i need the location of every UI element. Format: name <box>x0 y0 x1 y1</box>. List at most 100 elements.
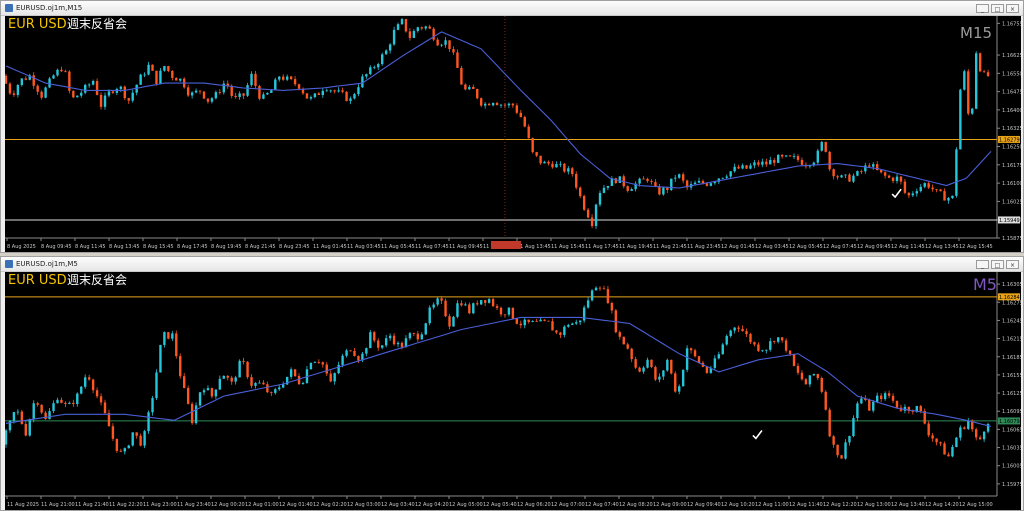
candlestick-chart-m5[interactable]: 1.16305 1.16275 1.16245 1.16215 1.16185 1.161… <box>5 272 1021 510</box>
candle-body <box>262 382 265 385</box>
candle-body <box>487 299 491 303</box>
candle-body <box>472 303 475 314</box>
candle-body <box>792 156 796 157</box>
candle-body <box>337 90 340 92</box>
candle-body <box>452 316 455 327</box>
candle-body <box>705 183 709 186</box>
candle-body <box>681 369 685 387</box>
price-tick-label: 1.16025 <box>1002 199 1021 205</box>
chart-area-m5[interactable]: 1.16305 1.16275 1.16245 1.16215 1.16185 1.161… <box>5 272 1021 510</box>
candle-body <box>765 349 768 351</box>
candle-body <box>80 92 83 96</box>
candle-body <box>848 174 851 182</box>
candle-body <box>547 320 550 322</box>
candle-body <box>266 384 269 393</box>
hline-price-label: 1.16079 <box>999 419 1020 425</box>
candle-body <box>515 318 519 324</box>
candle-body <box>745 331 748 335</box>
candle-body <box>717 354 720 359</box>
candle-body <box>151 398 154 413</box>
candle-body <box>381 345 384 348</box>
candle-body <box>190 403 194 424</box>
candle-body <box>234 95 237 97</box>
candle-body <box>369 67 372 75</box>
candle-body <box>179 78 182 81</box>
price-tick-label: 1.16065 <box>1002 427 1021 433</box>
candle-body <box>606 185 610 188</box>
candle-body <box>769 341 772 350</box>
minimize-button[interactable]: _ <box>976 3 989 13</box>
price-tick-label: 1.16625 <box>1002 53 1021 59</box>
time-tick-label: 12 Aug 03:00 <box>347 502 381 508</box>
candle-body <box>575 174 578 188</box>
candle-body <box>800 159 804 165</box>
candle-body <box>444 40 447 45</box>
candle-body <box>674 177 677 179</box>
candle-body <box>594 204 598 226</box>
window-titlebar[interactable]: EURUSD.oj1m,M5 _ □ × <box>1 257 1023 272</box>
candle-body <box>959 89 962 150</box>
chart-area-m15[interactable]: 1.16755 1.16625 1.16550 1.16475 1.16400 1.163… <box>5 16 1021 252</box>
maximize-button[interactable]: □ <box>991 259 1004 269</box>
candle-body <box>234 377 237 382</box>
candle-body <box>626 186 629 191</box>
candle-body <box>254 382 257 386</box>
candle-body <box>91 81 95 85</box>
close-button[interactable]: × <box>1006 259 1019 269</box>
candle-body <box>737 166 740 169</box>
time-tick-label: 11 Aug 15:45 <box>551 244 585 250</box>
candle-body <box>396 342 400 345</box>
candle-body <box>32 403 35 420</box>
candle-body <box>780 337 784 341</box>
candle-body <box>947 454 950 457</box>
candle-body <box>270 392 273 393</box>
candle-body <box>325 364 328 374</box>
candle-body <box>163 332 166 345</box>
candle-body <box>812 374 816 376</box>
candle-body <box>278 76 281 80</box>
candle-body <box>381 54 384 65</box>
candle-body <box>60 399 63 403</box>
candle-body <box>230 377 233 382</box>
minimize-button[interactable]: _ <box>976 259 989 269</box>
candle-body <box>646 359 649 368</box>
candle-body <box>72 90 75 98</box>
candle-body <box>99 94 103 107</box>
candle-body <box>658 376 661 380</box>
candle-body <box>931 187 934 190</box>
candle-body <box>36 85 39 92</box>
candle-body <box>523 117 526 127</box>
candle-body <box>650 359 653 368</box>
candle-body <box>214 92 218 99</box>
price-tick-label: 1.16005 <box>1002 464 1021 470</box>
candle-body <box>179 356 182 377</box>
price-tick-label: 1.15875 <box>1002 236 1021 242</box>
candle-body <box>246 85 249 96</box>
maximize-button[interactable]: □ <box>991 3 1004 13</box>
candle-body <box>357 87 360 95</box>
candle-body <box>8 83 12 94</box>
candle-body <box>258 85 261 99</box>
candlestick-chart-m15[interactable]: 1.16755 1.16625 1.16550 1.16475 1.16400 1.163… <box>5 16 1021 252</box>
candle-body <box>662 187 665 195</box>
window-titlebar[interactable]: EURUSD.oj1m,M15 _ □ × <box>1 1 1023 16</box>
candle-body <box>955 149 958 196</box>
candle-body <box>384 50 388 55</box>
candle-body <box>416 333 420 340</box>
close-button[interactable]: × <box>1006 3 1019 13</box>
candle-body <box>986 72 990 76</box>
candle-body <box>499 307 503 315</box>
candle-body <box>483 103 487 106</box>
time-tick-label: 8 Aug 15:45 <box>143 244 174 250</box>
candle-body <box>555 163 558 168</box>
candle-body <box>967 71 970 114</box>
chart-window-m5[interactable]: EURUSD.oj1m,M5 _ □ × 1.16305 1.16275 1.162… <box>0 256 1024 511</box>
candle-body <box>210 98 214 102</box>
time-tick-label: 8 Aug 13:45 <box>109 244 140 250</box>
candle-body <box>733 327 736 331</box>
candle-body <box>282 384 285 388</box>
chart-window-m15[interactable]: EURUSD.oj1m,M15 _ □ × 1.16755 1.16625 1.16… <box>0 0 1024 253</box>
candle-body <box>345 91 348 101</box>
candle-body <box>56 399 59 404</box>
candle-body <box>214 389 218 397</box>
